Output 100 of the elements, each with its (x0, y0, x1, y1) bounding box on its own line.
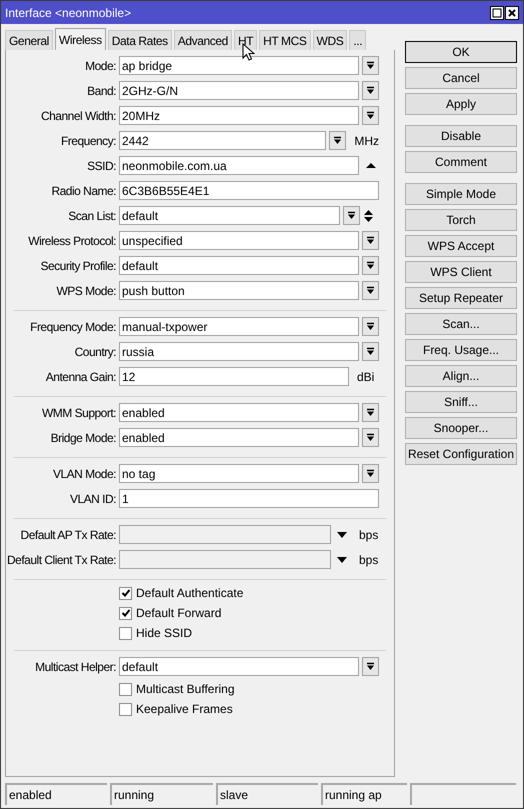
checkbox[interactable]: Keepalive Frames (119, 700, 233, 718)
tab[interactable]: Wireless (54, 28, 106, 50)
dropdown-icon (366, 408, 375, 417)
field-label: Band: (87, 84, 116, 98)
input-field[interactable]: ap bridge (119, 56, 359, 75)
input-field[interactable]: russia (119, 342, 359, 361)
dropdown-button[interactable] (362, 464, 379, 483)
button[interactable]: Cancel (405, 67, 517, 89)
dropdown-button[interactable] (362, 657, 379, 676)
dropdown-button[interactable] (362, 428, 379, 447)
field-label: WMM Support: (42, 406, 116, 420)
field-label: VLAN ID: (70, 492, 116, 506)
dropdown-icon (366, 662, 375, 671)
button[interactable]: Align... (405, 365, 517, 387)
dropdown-icon (366, 347, 375, 356)
maximize-icon[interactable] (490, 6, 504, 20)
button[interactable]: Simple Mode (405, 183, 517, 205)
dropdown-icon (366, 322, 375, 331)
window-title: Interface <neonmobile> (5, 4, 132, 22)
button[interactable]: Disable (405, 125, 517, 147)
field-label: Frequency Mode: (30, 320, 116, 334)
input-field[interactable]: no tag (119, 464, 359, 483)
dropdown-button[interactable] (362, 56, 379, 75)
checkbox[interactable]: Default Authenticate (119, 584, 244, 602)
checkbox[interactable]: Multicast Buffering (119, 680, 234, 698)
button[interactable]: Apply (405, 93, 517, 115)
field-label: Frequency: (60, 134, 116, 148)
tab[interactable]: ... (349, 30, 366, 50)
unit-label: bps (359, 526, 378, 544)
dropdown-button[interactable] (362, 81, 379, 100)
dropdown-icon (366, 86, 375, 95)
dropdown-button[interactable] (362, 317, 379, 336)
dropdown-button[interactable] (329, 131, 346, 150)
dropdown-icon (337, 532, 347, 538)
button[interactable]: Reset Configuration (405, 443, 517, 465)
button[interactable]: OK (405, 41, 517, 63)
field-label: Security Profile: (40, 258, 116, 272)
dropdown-button[interactable] (362, 231, 379, 250)
input-field[interactable]: 1 (119, 489, 379, 508)
button[interactable]: Scan... (405, 313, 517, 335)
input-field[interactable]: default (119, 256, 359, 275)
field-label: Country: (74, 344, 116, 358)
input-field[interactable]: enabled (119, 428, 359, 447)
dropdown-button[interactable] (362, 106, 379, 125)
field-label: Scan List: (68, 208, 116, 222)
dropdown-icon (366, 236, 375, 245)
button[interactable]: Snooper... (405, 417, 517, 439)
dropdown-button[interactable] (343, 206, 360, 225)
field-label: VLAN Mode: (52, 466, 116, 480)
input-field[interactable]: 6C3B6B55E4E1 (119, 181, 379, 200)
button[interactable]: Sniff... (405, 391, 517, 413)
field-label: SSID: (87, 158, 116, 172)
input-field[interactable]: 2442 (119, 131, 326, 150)
button[interactable]: Freq. Usage... (405, 339, 517, 361)
field-label: Default Client Tx Rate: (7, 552, 116, 566)
field-label: Multicast Helper: (35, 660, 116, 674)
input-field[interactable]: default (119, 206, 340, 225)
input-field[interactable]: push button (119, 281, 359, 300)
tab[interactable]: Advanced (174, 30, 232, 50)
field-label: Antenna Gain: (46, 370, 116, 384)
dropdown-icon (366, 286, 375, 295)
collapse-icon (365, 161, 377, 170)
unit-label: dBi (357, 368, 374, 386)
dropdown-icon (366, 261, 375, 270)
input-field[interactable]: unspecified (119, 231, 359, 250)
button[interactable]: Setup Repeater (405, 287, 517, 309)
dropdown-button[interactable] (362, 281, 379, 300)
dropdown-button[interactable] (362, 342, 379, 361)
input-field[interactable]: 2GHz-G/N (119, 81, 359, 100)
tab[interactable]: Data Rates (108, 30, 172, 50)
input-field[interactable]: default (119, 657, 359, 676)
button[interactable]: WPS Client (405, 261, 517, 283)
close-icon[interactable] (505, 6, 519, 20)
tab[interactable]: HT (234, 30, 258, 50)
input-field[interactable]: 20MHz (119, 106, 359, 125)
tab[interactable]: WDS (312, 30, 348, 50)
input-field[interactable]: 12 (119, 367, 349, 386)
status-cell: running (110, 783, 213, 805)
input-field[interactable]: manual-txpower (119, 317, 359, 336)
dropdown-icon (366, 111, 375, 120)
tab[interactable]: HT MCS (259, 30, 311, 50)
checkbox[interactable]: Hide SSID (119, 624, 192, 642)
field-label: Default AP Tx Rate: (20, 528, 116, 542)
button[interactable]: Comment (405, 151, 517, 173)
status-cell: slave (216, 783, 318, 805)
input-field[interactable]: enabled (119, 403, 359, 422)
field-label: Bridge Mode: (50, 430, 116, 444)
field-label: Radio Name: (51, 184, 116, 198)
dropdown-icon (337, 556, 347, 562)
unit-label: bps (359, 552, 378, 568)
dropdown-button[interactable] (362, 403, 379, 422)
dropdown-icon (347, 211, 356, 220)
field-label: Wireless Protocol: (28, 234, 116, 248)
button[interactable]: Torch (405, 209, 517, 231)
checkbox[interactable]: Default Forward (119, 604, 222, 622)
dropdown-button[interactable] (362, 256, 379, 275)
input-field[interactable]: neonmobile.com.ua (119, 156, 359, 175)
button[interactable]: WPS Accept (405, 235, 517, 257)
up-down-icon (363, 208, 374, 222)
tab[interactable]: General (5, 30, 53, 50)
